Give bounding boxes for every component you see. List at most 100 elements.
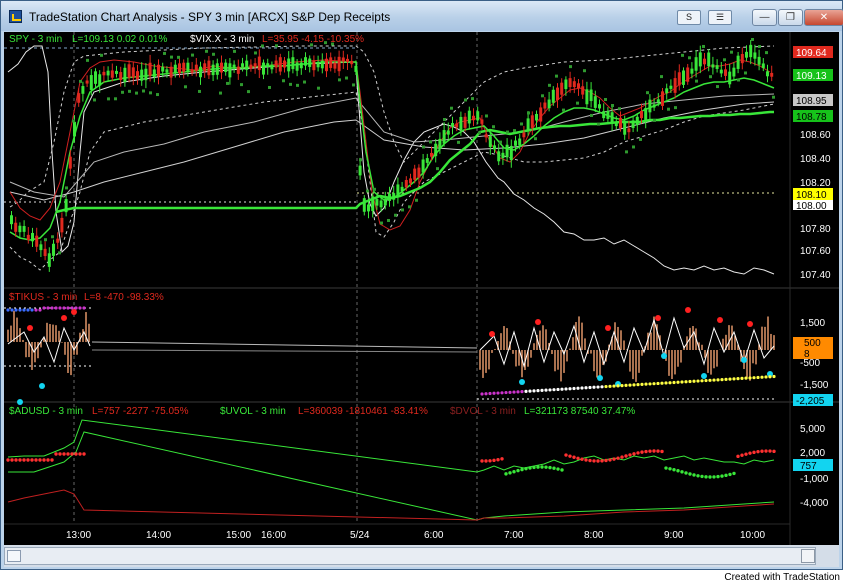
sar-dot	[303, 80, 306, 84]
tikus-trend-dot	[592, 385, 596, 389]
candle-body	[266, 63, 270, 67]
tikus-trend-dot	[30, 308, 34, 312]
tikus-trend-dot	[716, 378, 720, 382]
adusd-sar-dot	[560, 468, 564, 472]
tikus-trend-dot	[6, 308, 10, 312]
tikus-tick: 1,500	[800, 318, 825, 329]
tikus-trend-dot	[608, 384, 612, 388]
tikus-trend-dot	[528, 389, 532, 393]
adusd-sar-dot	[680, 470, 684, 474]
tikus-trend-dot	[672, 380, 676, 385]
time-tick: 8:00	[584, 530, 604, 541]
candle-body	[656, 99, 660, 103]
window-title: TradeStation Chart Analysis - SPY 3 min …	[29, 10, 391, 24]
candle-body	[518, 138, 522, 146]
bottom-bar	[4, 545, 839, 567]
tikus-stats: L=8 -470 -98.33%	[84, 292, 164, 303]
sar-dot	[667, 107, 670, 111]
chart-canvas[interactable]: SPY - 3 min L=109.13 0.02 0.01% $VIX.X -…	[4, 32, 839, 545]
tikus-trend-dot	[492, 391, 496, 395]
candle-body	[665, 88, 669, 94]
chart-area[interactable]: SPY - 3 min L=109.13 0.02 0.01% $VIX.X -…	[4, 32, 839, 545]
scrollbar-thumb[interactable]	[801, 549, 815, 563]
tikus-trend-dot	[652, 382, 656, 386]
adusd-pane[interactable]: $ADUSD - 3 min L=757 -2277 -75.05% $UVOL…	[6, 406, 833, 521]
price-candlesticks[interactable]	[10, 39, 774, 272]
tikus-trend-dot	[656, 381, 660, 386]
tikus-trend-dot	[628, 383, 632, 387]
candle-body	[686, 67, 690, 82]
candle-body	[669, 85, 673, 89]
candle-body	[577, 83, 580, 89]
s-menu-button[interactable]: S	[677, 10, 701, 25]
candle-body	[110, 70, 114, 78]
candle-body	[215, 63, 219, 75]
candle-body	[199, 66, 202, 78]
price-marker: 108.00	[796, 201, 827, 212]
tikus-trend-dot	[524, 389, 528, 393]
candle-body	[694, 57, 698, 71]
candle-body	[346, 58, 349, 62]
sar-dot	[464, 98, 467, 102]
title-bar[interactable]: TradeStation Chart Analysis - SPY 3 min …	[1, 1, 843, 31]
tikus-trend-dot	[676, 380, 680, 384]
sar-dot	[758, 45, 761, 49]
minimize-button[interactable]: —	[752, 9, 777, 26]
restore-button[interactable]: ❐	[778, 9, 803, 26]
tikus-pane[interactable]: $TIKUS - 3 min L=8 -470 -98.33% 1,500 -5…	[4, 292, 833, 407]
price-marker: 108.95	[796, 96, 827, 107]
horizontal-scrollbar[interactable]	[4, 547, 816, 565]
time-tick: 15:00	[226, 530, 251, 541]
tikus-line	[479, 316, 775, 368]
sar-dot	[387, 218, 390, 222]
time-axis[interactable]: 13:00 14:00 15:00 16:00 5/24 6:00 7:00 8…	[66, 530, 765, 541]
candle-body	[635, 116, 639, 125]
tikus-high-dot	[61, 315, 67, 321]
candle-body	[157, 64, 160, 77]
adusd-red-dot	[58, 452, 62, 456]
sar-dot	[170, 55, 173, 59]
adusd-sar-dot	[576, 456, 580, 460]
tikus-trend-dot	[548, 388, 552, 392]
candle-body	[581, 86, 585, 95]
sar-dot	[142, 89, 145, 93]
candle-body	[644, 107, 648, 121]
adusd-sar-dot	[536, 465, 540, 469]
sar-dot	[135, 91, 138, 95]
tikus-trend-dot	[500, 391, 504, 395]
sar-dot	[583, 69, 586, 73]
candle-body	[593, 96, 597, 108]
candle-body	[161, 66, 165, 72]
price-marker: 109.13	[796, 71, 827, 82]
candle-body	[60, 217, 64, 233]
tikus-trend-dot	[78, 306, 82, 310]
candle-body	[52, 243, 55, 256]
close-button[interactable]: ✕	[804, 9, 843, 26]
candle-body	[123, 67, 127, 82]
sar-dot	[352, 83, 355, 87]
candle-body	[127, 64, 131, 78]
candle-body	[455, 123, 459, 128]
price-pane[interactable]: SPY - 3 min L=109.13 0.02 0.01% $VIX.X -…	[4, 34, 833, 281]
sar-dot	[205, 49, 208, 53]
adusd-sar-dot	[652, 449, 656, 453]
adusd-sar-dot	[644, 449, 648, 454]
sar-dot	[240, 83, 243, 87]
tikus-trend-dot	[480, 392, 484, 396]
candle-body	[31, 232, 34, 242]
candle-body	[614, 122, 618, 127]
sar-dot	[562, 108, 565, 112]
sar-dot	[569, 65, 572, 69]
adusd-sar-dot	[604, 458, 608, 463]
candle-body	[245, 60, 249, 70]
tikus-high-dot	[71, 309, 77, 315]
scroll-left-button[interactable]	[7, 550, 21, 562]
candle-body	[648, 99, 652, 113]
candle-body	[308, 58, 312, 67]
sar-dot	[380, 221, 383, 225]
adusd-sar-dot	[684, 471, 688, 475]
format-menu-button[interactable]: ☰	[708, 10, 732, 25]
adusd-sar-dot	[556, 467, 560, 471]
adusd-sar-dot	[704, 475, 708, 479]
candle-body	[291, 57, 295, 70]
